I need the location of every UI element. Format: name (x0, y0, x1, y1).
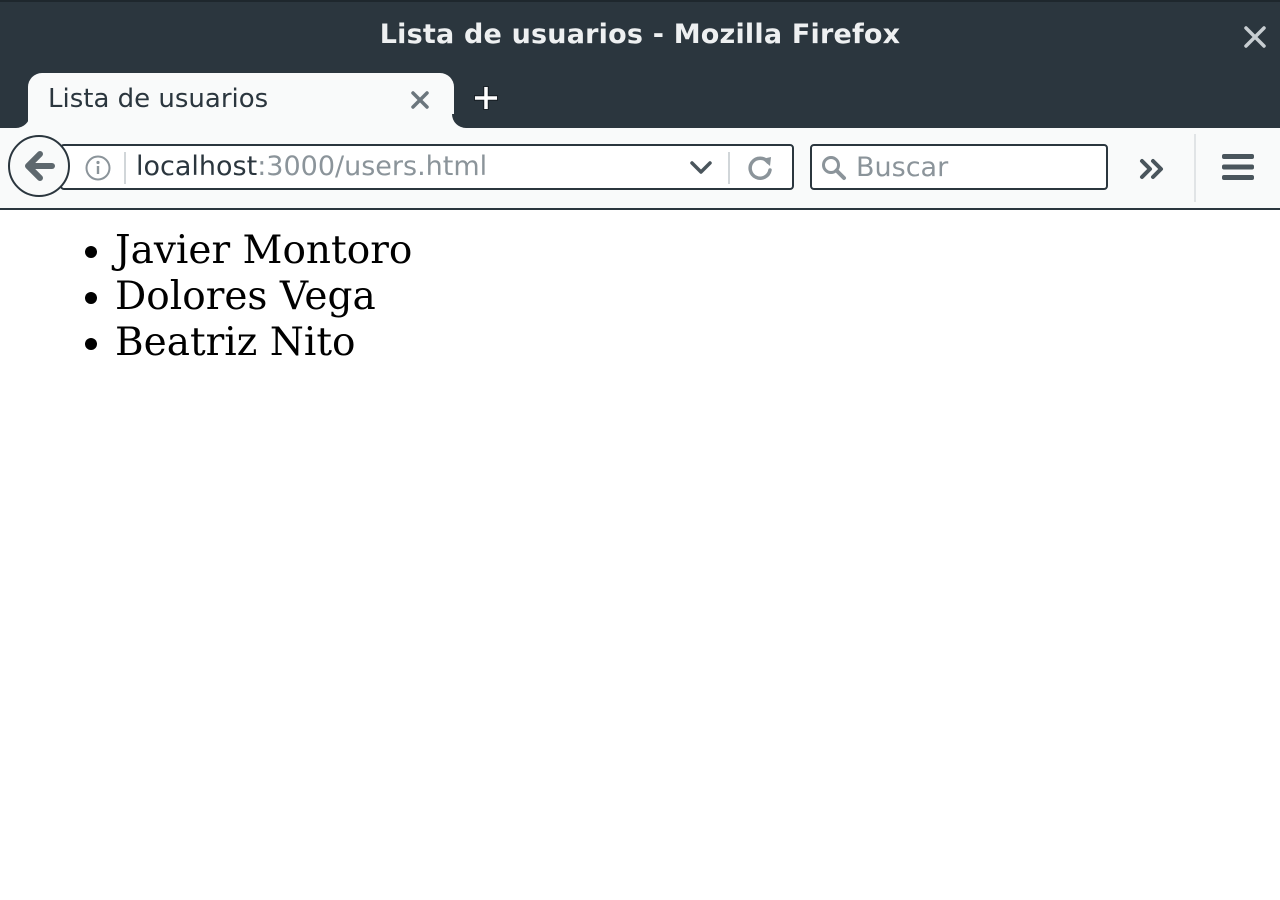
back-button[interactable] (8, 135, 70, 197)
tab-strip: Lista de usuarios (0, 68, 1280, 128)
url-host: localhost (136, 151, 258, 182)
tab-close-icon[interactable] (408, 88, 432, 112)
page-content: Javier Montoro Dolores Vega Beatriz Nito (0, 210, 1280, 900)
list-item-user: Beatriz Nito (115, 320, 412, 366)
search-bar[interactable] (810, 144, 1108, 190)
url-separator-2 (728, 152, 730, 184)
list-item-user: Dolores Vega (115, 274, 412, 320)
url-text[interactable]: localhost:3000/users.html (136, 146, 487, 188)
tab-lista-de-usuarios[interactable]: Lista de usuarios (28, 73, 454, 128)
reload-icon[interactable] (746, 153, 776, 183)
search-input[interactable] (856, 146, 1096, 188)
tab-edge-left (0, 114, 30, 128)
list-item-user: Javier Montoro (115, 228, 412, 274)
url-bar[interactable]: localhost:3000/users.html (60, 144, 794, 190)
window-close-icon[interactable] (1240, 22, 1270, 52)
site-info-icon[interactable] (84, 154, 112, 182)
overflow-chevrons-icon[interactable] (1136, 152, 1170, 186)
tab-title: Lista de usuarios (48, 84, 269, 114)
toolbar-separator (1194, 134, 1196, 202)
hamburger-menu-icon[interactable] (1220, 150, 1256, 184)
back-arrow-icon (25, 151, 55, 181)
search-icon (822, 156, 846, 180)
navigation-toolbar: localhost:3000/users.html (0, 128, 1280, 210)
window-titlebar: Lista de usuarios - Mozilla Firefox (0, 0, 1280, 68)
chevron-down-icon[interactable] (688, 156, 714, 180)
url-path: :3000/users.html (257, 151, 488, 182)
window-title: Lista de usuarios - Mozilla Firefox (379, 19, 901, 50)
user-list: Javier Montoro Dolores Vega Beatriz Nito (115, 228, 412, 366)
url-separator (124, 152, 126, 184)
tab-edge-right (452, 114, 472, 128)
new-tab-plus-icon[interactable] (470, 82, 502, 114)
